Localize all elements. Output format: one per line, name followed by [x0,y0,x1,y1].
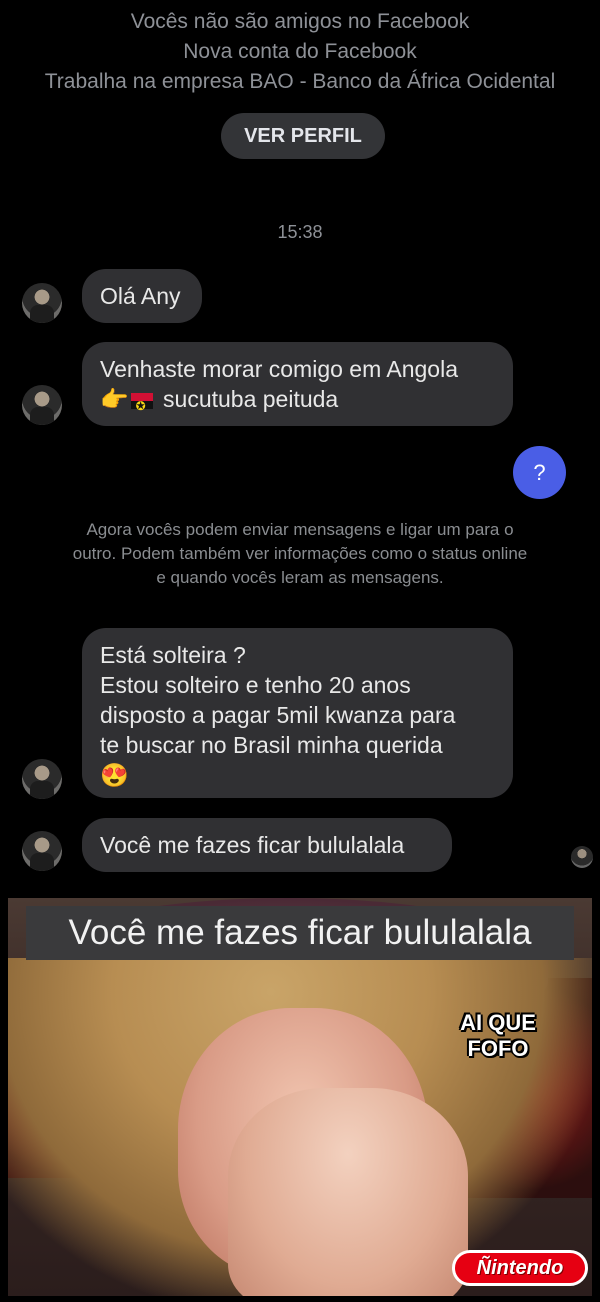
system-note: Agora vocês podem enviar mensagens e lig… [72,520,528,587]
angola-flag-icon [130,391,153,421]
nintendo-logo: Ñintendo [452,1250,588,1286]
sender-avatar[interactable] [22,759,62,799]
reaction-meme-image: Você me fazes ficar bululalala AI QUE FO… [8,898,592,1296]
view-profile-button[interactable]: VER PERFIL [221,113,385,159]
workplace-notice: Trabalha na empresa BAO - Banco da Áfric… [44,70,556,93]
message-text: Está solteira ? [100,642,246,668]
message-text: Venhaste morar comigo em Angola [100,356,458,382]
new-account-notice: Nova conta do Facebook [183,40,417,63]
sender-avatar[interactable] [22,831,62,871]
message-text: Olá Any [100,283,181,309]
message-bubble[interactable]: Venhaste morar comigo em Angola 👉 sucutu… [82,342,513,426]
outgoing-message-bubble[interactable]: ? [513,446,566,499]
message-bubble[interactable]: Está solteira ? Estou solteiro e tenho 2… [82,628,513,798]
not-friends-notice: Vocês não são amigos no Facebook [130,10,470,33]
seen-avatar [571,846,593,868]
message-text: Estou solteiro e tenho 20 anos [100,672,411,698]
message-text: sucutuba peituda [163,386,339,412]
message-bubble[interactable]: Olá Any [82,269,202,323]
message-timestamp: 15:38 [277,222,323,242]
bottom-border [0,1296,600,1302]
sender-avatar[interactable] [22,385,62,425]
message-bubble[interactable]: Você me fazes ficar bululalala [82,818,452,872]
meme-caption: Você me fazes ficar bululalala [26,906,574,960]
sender-avatar[interactable] [22,283,62,323]
meme-overlay-text: AI QUE FOFO [460,1010,536,1061]
message-text: te buscar no Brasil minha querida [100,732,443,758]
message-text: disposto a pagar 5mil kwanza para [100,702,456,728]
pointing-hand-emoji: 👉 [100,386,129,412]
message-text: Você me fazes ficar bululalala [100,832,405,858]
heart-eyes-emoji: 😍 [100,762,129,788]
hands-covering-face [228,1088,468,1296]
